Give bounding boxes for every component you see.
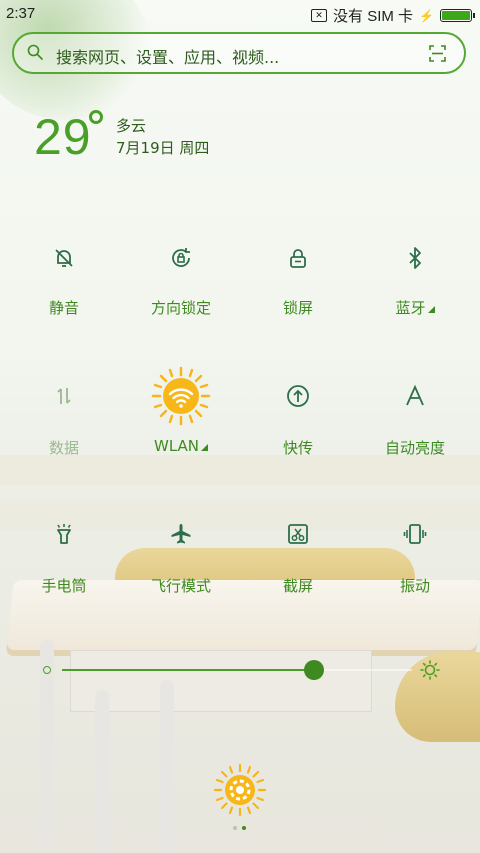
wifi-sun-icon bbox=[151, 366, 211, 426]
charging-icon: ⚡ bbox=[419, 8, 434, 23]
flashlight-icon bbox=[57, 524, 71, 544]
toggle-label: 蓝牙 bbox=[365, 297, 465, 318]
toggle-label: WLAN bbox=[131, 437, 231, 455]
brightness-knob[interactable] bbox=[304, 660, 324, 680]
weather-condition: 多云 bbox=[116, 117, 147, 135]
toggle-auto-brightness[interactable]: 自动亮度 bbox=[365, 380, 465, 460]
toggle-label: 数据 bbox=[48, 439, 79, 457]
bell-off-icon bbox=[55, 249, 73, 267]
desk-leg-decoration bbox=[160, 680, 174, 853]
brightness-track[interactable] bbox=[62, 669, 314, 671]
auto-brightness-icon bbox=[406, 384, 424, 406]
sim-status-text: 没有 SIM 卡 bbox=[333, 8, 414, 25]
more-options-icon bbox=[427, 306, 435, 313]
lock-icon bbox=[290, 249, 306, 268]
scan-icon[interactable] bbox=[429, 45, 446, 62]
search-placeholder: 搜索网页、设置、应用、视频... bbox=[56, 48, 280, 67]
vibrate-icon bbox=[403, 524, 427, 544]
status-time: 2:37 bbox=[6, 5, 36, 22]
toggle-label: 静音 bbox=[48, 299, 79, 317]
rotation-lock-icon bbox=[172, 248, 190, 267]
settings-sun-icon[interactable] bbox=[214, 764, 266, 816]
more-options-icon bbox=[201, 444, 208, 451]
page-indicator bbox=[230, 826, 250, 832]
toggle-rotation-lock[interactable]: 方向锁定 bbox=[131, 240, 231, 320]
toggle-label: 手电筒 bbox=[41, 577, 87, 595]
degree-icon bbox=[89, 110, 103, 124]
toggle-label: 方向锁定 bbox=[150, 299, 211, 317]
toggle-label: 锁屏 bbox=[282, 299, 313, 317]
quick-transfer-icon bbox=[287, 385, 309, 407]
toggle-silent[interactable]: 静音 bbox=[14, 240, 114, 320]
toggle-label: 快传 bbox=[282, 439, 313, 457]
toggle-label: 自动亮度 bbox=[384, 439, 445, 457]
brightness-high-icon bbox=[420, 660, 440, 680]
search-icon bbox=[27, 44, 43, 60]
bluetooth-icon bbox=[409, 247, 421, 269]
battery-icon bbox=[440, 9, 475, 22]
temperature: 29 bbox=[34, 109, 92, 165]
toggle-label: 飞行模式 bbox=[150, 577, 211, 595]
toggle-bluetooth[interactable]: 蓝牙 bbox=[365, 240, 465, 320]
desk-leg-decoration bbox=[95, 690, 109, 853]
page-dot bbox=[233, 826, 237, 830]
toggle-label: 截屏 bbox=[282, 577, 313, 595]
toggle-wlan[interactable]: WLAN bbox=[131, 366, 231, 460]
page-dot-active bbox=[242, 826, 246, 830]
toggle-vibrate[interactable]: 振动 bbox=[365, 518, 465, 598]
toggle-screenshot[interactable]: 截屏 bbox=[248, 518, 348, 598]
airplane-icon bbox=[171, 524, 191, 544]
toggle-airplane[interactable]: 飞行模式 bbox=[131, 518, 231, 598]
search-bar[interactable]: 搜索网页、设置、应用、视频... bbox=[12, 32, 466, 74]
toggle-mobile-data[interactable]: 数据 bbox=[14, 380, 114, 460]
brightness-low-icon bbox=[43, 666, 51, 674]
toggle-flashlight[interactable]: 手电筒 bbox=[14, 518, 114, 598]
toggle-lock-screen[interactable]: 锁屏 bbox=[248, 240, 348, 320]
no-sim-icon: ✕ bbox=[311, 9, 328, 22]
weather-date: 7月19日 周四 bbox=[116, 139, 210, 157]
mobile-data-icon bbox=[57, 388, 71, 404]
brightness-slider[interactable] bbox=[40, 656, 440, 684]
toggle-label: 振动 bbox=[399, 577, 430, 595]
status-bar: 2:37 ✕ 没有 SIM 卡 ⚡ bbox=[0, 0, 480, 28]
toggle-quick-transfer[interactable]: 快传 bbox=[248, 380, 348, 460]
brightness-track-rest[interactable] bbox=[314, 669, 412, 671]
screenshot-icon bbox=[288, 524, 308, 544]
